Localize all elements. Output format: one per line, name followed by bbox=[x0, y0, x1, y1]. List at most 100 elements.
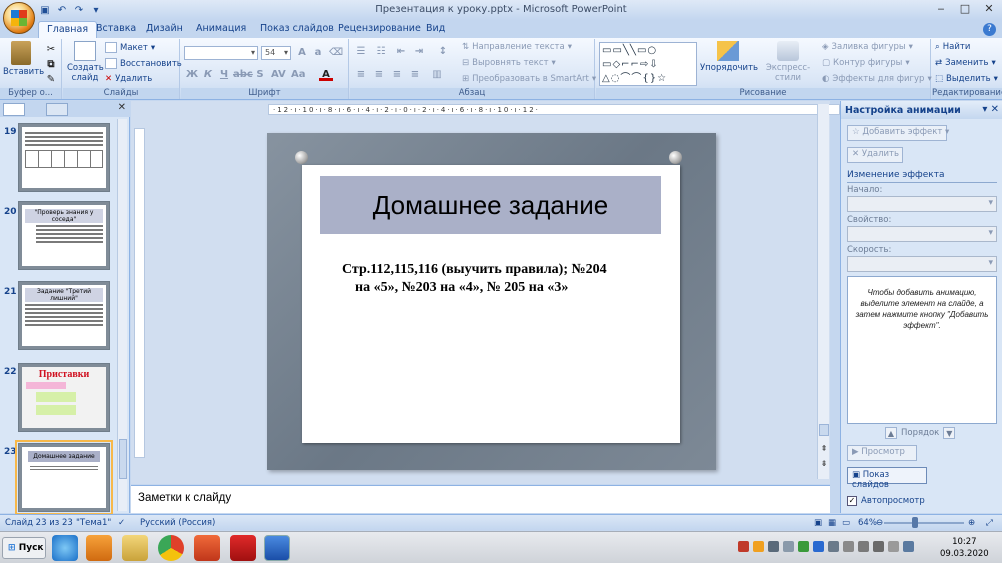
justify-icon[interactable]: ≡ bbox=[408, 68, 422, 81]
bullets-icon[interactable]: ☰ bbox=[354, 45, 368, 58]
case-icon[interactable]: Aa bbox=[291, 68, 306, 81]
paste-button[interactable]: Вставить bbox=[3, 41, 44, 77]
shadow-icon[interactable]: S bbox=[253, 68, 267, 81]
quick-styles-button[interactable]: Экспресс-стили bbox=[756, 41, 820, 83]
scrollbar-thumb[interactable] bbox=[119, 439, 127, 479]
ie-icon[interactable] bbox=[52, 535, 78, 561]
shape-effects-button[interactable]: ◐ Эффекты для фигур ▾ bbox=[822, 74, 932, 84]
shapes-gallery[interactable]: ▭▭╲╲▭○ ▭◇⌐⌐⇨⇩ △◌⌒⌒{}☆ bbox=[599, 42, 697, 86]
tray-icon[interactable] bbox=[843, 541, 854, 552]
network-icon[interactable] bbox=[873, 541, 884, 552]
tray-icon[interactable] bbox=[828, 541, 839, 552]
close-icon[interactable]: ✕ bbox=[980, 2, 998, 16]
font-family-combo[interactable] bbox=[184, 46, 258, 60]
minimize-icon[interactable]: ‒ bbox=[932, 2, 950, 16]
smartart-button[interactable]: ⊞ Преобразовать в SmartArt ▾ bbox=[462, 74, 596, 84]
shape-fill-button[interactable]: ◈ Заливка фигуры ▾ bbox=[822, 42, 913, 52]
slide-thumbnail-23[interactable]: Домашнее задание bbox=[15, 440, 113, 515]
tray-icon[interactable] bbox=[783, 541, 794, 552]
animation-list[interactable]: Чтобы добавить анимацию, выделите элемен… bbox=[847, 276, 997, 424]
help-icon[interactable]: ? bbox=[983, 23, 996, 36]
maximize-icon[interactable]: □ bbox=[956, 2, 974, 16]
move-down-icon[interactable]: ▼ bbox=[943, 427, 956, 439]
word-icon[interactable] bbox=[264, 535, 290, 561]
layout-button[interactable]: Макет ▾ bbox=[105, 42, 155, 53]
chrome-icon[interactable] bbox=[158, 535, 184, 561]
slide-thumbnail-20[interactable]: "Проверь знания у соседа" bbox=[18, 201, 110, 270]
zoom-slider-thumb[interactable] bbox=[912, 517, 918, 528]
align-text-button[interactable]: ⊟ Выровнять текст ▾ bbox=[462, 58, 556, 68]
zoom-level[interactable]: 64% bbox=[858, 518, 877, 528]
close-icon[interactable]: ▾ ✕ bbox=[982, 104, 999, 115]
tab-view[interactable]: Вид bbox=[418, 21, 453, 38]
tab-insert[interactable]: Вставка bbox=[88, 21, 144, 38]
zoom-slider[interactable] bbox=[884, 522, 964, 524]
app-icon[interactable] bbox=[194, 535, 220, 561]
add-effect-button[interactable]: ☆ Добавить эффект ▾ bbox=[847, 125, 949, 141]
align-left-icon[interactable]: ≡ bbox=[354, 68, 368, 81]
format-painter-icon[interactable]: ✎ bbox=[44, 73, 58, 86]
notes-pane[interactable]: Заметки к слайду bbox=[131, 485, 830, 513]
tray-icon[interactable] bbox=[738, 541, 749, 552]
scrollbar-thumb[interactable] bbox=[819, 424, 829, 436]
tab-slides-thumbnails[interactable] bbox=[3, 103, 25, 116]
remove-effect-button[interactable]: ✕ Удалить bbox=[847, 147, 903, 163]
clock[interactable]: 10:27 09.03.2020 bbox=[940, 536, 989, 560]
slideshow-view-icon[interactable]: ▭ bbox=[842, 518, 850, 528]
office-button[interactable] bbox=[3, 2, 35, 34]
text-direction-button[interactable]: ⇅ Направление текста ▾ bbox=[462, 42, 572, 52]
slides-panel-scrollbar[interactable] bbox=[117, 119, 127, 511]
explorer-icon[interactable] bbox=[122, 535, 148, 561]
increase-indent-icon[interactable]: ⇥ bbox=[412, 45, 426, 58]
start-select[interactable] bbox=[847, 196, 997, 212]
shrink-font-icon[interactable]: a bbox=[311, 46, 325, 59]
volume-icon[interactable] bbox=[858, 541, 869, 552]
autopreview-checkbox[interactable]: ✓ Автопросмотр bbox=[847, 496, 925, 506]
slide-title[interactable]: Домашнее задание bbox=[320, 176, 661, 234]
move-up-icon[interactable]: ▲ bbox=[885, 427, 897, 439]
find-button[interactable]: ⌕ Найти bbox=[935, 42, 970, 52]
fit-window-icon[interactable]: ⤢ bbox=[986, 518, 993, 528]
new-slide-button[interactable]: Создать слайд bbox=[67, 41, 104, 83]
tray-icon[interactable] bbox=[798, 541, 809, 552]
slideshow-button[interactable]: ▣ Показ слайдов bbox=[847, 467, 927, 490]
clear-format-icon[interactable]: ⌫ bbox=[329, 46, 343, 59]
start-button[interactable]: ⊞ Пуск bbox=[2, 537, 46, 559]
align-right-icon[interactable]: ≡ bbox=[390, 68, 404, 81]
spellcheck-icon[interactable]: ✓ bbox=[118, 518, 125, 528]
slide-thumbnail-22[interactable]: Приставки bbox=[18, 363, 110, 432]
tab-animation[interactable]: Анимация bbox=[188, 21, 254, 38]
select-button[interactable]: ⬚ Выделить ▾ bbox=[935, 74, 998, 84]
shape-outline-button[interactable]: ▢ Контур фигуры ▾ bbox=[822, 58, 910, 68]
battery-icon[interactable] bbox=[903, 541, 914, 552]
tab-slideshow[interactable]: Показ слайдов bbox=[252, 21, 342, 38]
theme-name[interactable]: "Тема1" bbox=[76, 518, 111, 528]
close-panel-icon[interactable]: ✕ bbox=[118, 102, 126, 113]
font-size-combo[interactable]: 54 bbox=[261, 46, 291, 60]
keyboard-icon[interactable] bbox=[888, 541, 899, 552]
grow-font-icon[interactable]: A bbox=[295, 46, 309, 59]
spacing-icon[interactable]: AV bbox=[271, 68, 286, 81]
font-color-icon[interactable]: A bbox=[319, 68, 333, 81]
speed-select[interactable] bbox=[847, 256, 997, 272]
align-center-icon[interactable]: ≡ bbox=[372, 68, 386, 81]
decrease-indent-icon[interactable]: ⇤ bbox=[394, 45, 408, 58]
delete-slide-button[interactable]: ✕ Удалить bbox=[105, 74, 152, 84]
copy-icon[interactable]: ⧉ bbox=[44, 58, 58, 71]
tab-review[interactable]: Рецензирование bbox=[330, 21, 429, 38]
tab-design[interactable]: Дизайн bbox=[138, 21, 191, 38]
language-indicator[interactable]: Русский (Россия) bbox=[140, 518, 215, 528]
next-slide-icon[interactable]: ⇟ bbox=[818, 459, 830, 469]
cut-icon[interactable]: ✂ bbox=[44, 43, 58, 56]
property-select[interactable] bbox=[847, 226, 997, 242]
replace-button[interactable]: ⇄ Заменить ▾ bbox=[935, 58, 996, 68]
underline-icon[interactable]: Ч bbox=[217, 68, 231, 81]
slide-body[interactable]: Стр.112,115,116 (выучить правила); №204 … bbox=[342, 261, 662, 297]
reset-button[interactable]: Восстановить bbox=[105, 58, 182, 69]
preview-button[interactable]: ▶ Просмотр bbox=[847, 445, 917, 461]
zoom-out-icon[interactable]: ⊖ bbox=[876, 518, 883, 528]
bold-icon[interactable]: Ж bbox=[185, 68, 199, 81]
tray-icon[interactable] bbox=[813, 541, 824, 552]
tab-outline[interactable] bbox=[46, 103, 68, 116]
italic-icon[interactable]: К bbox=[201, 68, 215, 81]
